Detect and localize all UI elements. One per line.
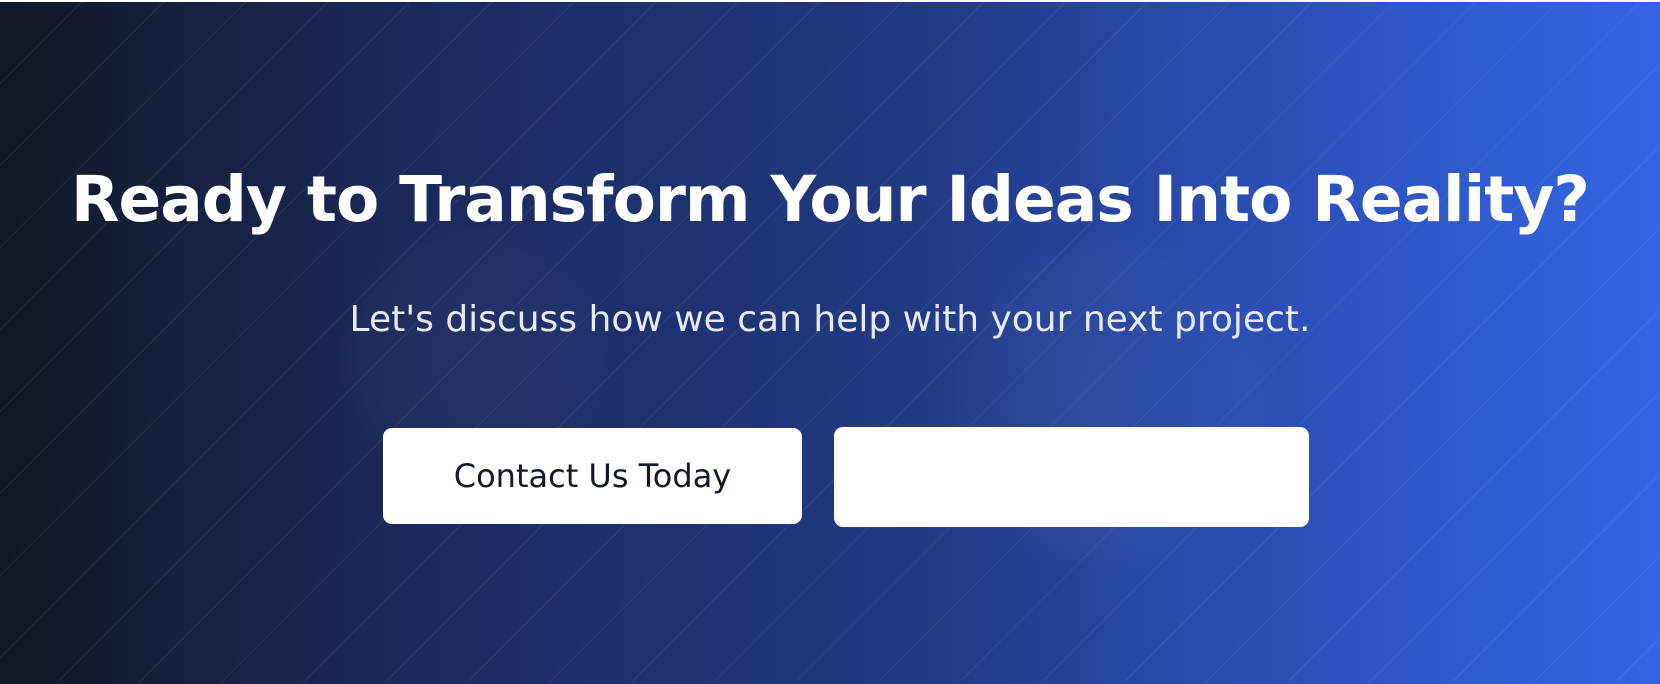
cta-title: Ready to Transform Your Ideas Into Reali… [71, 163, 1590, 236]
cta-section: Ready to Transform Your Ideas Into Reali… [0, 2, 1660, 684]
secondary-cta-button[interactable] [834, 427, 1309, 527]
contact-us-button[interactable]: Contact Us Today [383, 428, 802, 524]
cta-subtitle: Let's discuss how we can help with your … [349, 299, 1311, 340]
